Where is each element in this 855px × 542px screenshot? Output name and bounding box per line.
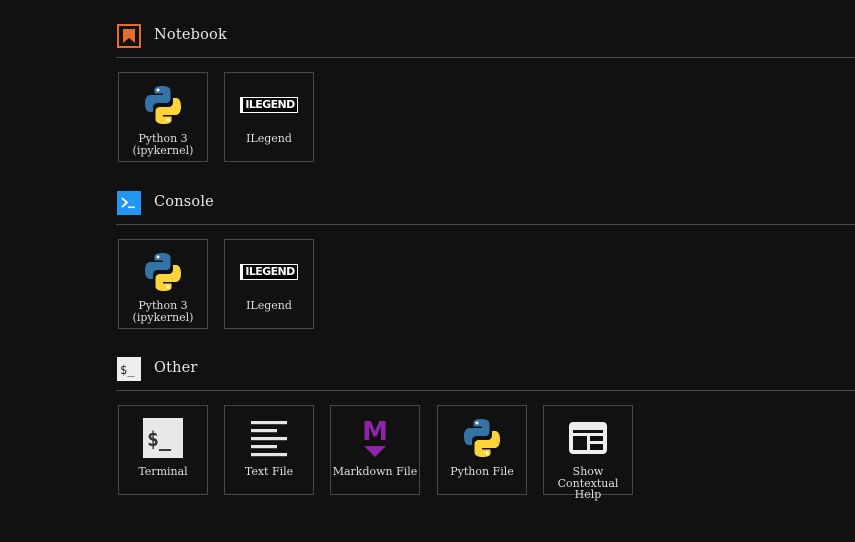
python-logo-icon (460, 416, 504, 460)
markdown-icon: M (353, 416, 397, 460)
notebook-section-title: Notebook (154, 27, 227, 43)
card-label: Show Contextual Help (557, 465, 619, 501)
python-file-card[interactable]: Python File (437, 405, 527, 495)
notebook-bookmark-icon (117, 24, 141, 48)
card-label: Terminal (138, 465, 188, 478)
notebook-ilegend-card[interactable]: ILEGEND ILegend (224, 72, 314, 162)
card-label: Python 3 (ipykernel) (132, 299, 194, 324)
notebook-python3-card[interactable]: Python 3 (ipykernel) (118, 72, 208, 162)
other-section-title: Other (154, 360, 198, 376)
ilegend-logo-text: ILEGEND (240, 97, 298, 113)
section-divider (116, 224, 855, 225)
card-label: Text File (244, 465, 294, 478)
notebook-section-header: Notebook (116, 24, 855, 60)
section-divider (116, 390, 855, 391)
text-file-icon (247, 416, 291, 460)
python-logo-icon (141, 83, 185, 127)
terminal-dollar-icon: $_ (117, 357, 141, 381)
section-divider (116, 57, 855, 58)
markdown-file-card[interactable]: M Markdown File (330, 405, 420, 495)
contextual-help-card[interactable]: Show Contextual Help (543, 405, 633, 500)
card-label: ILegend (246, 299, 292, 312)
console-section: Console (116, 191, 855, 227)
console-section-title: Console (154, 194, 214, 210)
ilegend-logo-icon: ILEGEND (240, 250, 298, 294)
python-logo-icon (141, 250, 185, 294)
card-label: ILegend (246, 132, 292, 145)
card-label: Markdown File (332, 465, 418, 478)
text-file-card[interactable]: Text File (224, 405, 314, 495)
card-label: Python 3 (ipykernel) (132, 132, 194, 157)
svg-text:M: M (362, 417, 388, 447)
console-prompt-icon (117, 191, 141, 215)
contextual-help-icon (566, 416, 610, 460)
terminal-icon: $_ (141, 416, 185, 460)
ilegend-logo-icon: ILEGEND (240, 83, 298, 127)
notebook-section: Notebook (116, 24, 855, 60)
ilegend-logo-text: ILEGEND (240, 264, 298, 280)
card-label: Python File (450, 465, 514, 478)
console-section-header: Console (116, 191, 855, 227)
console-ilegend-card[interactable]: ILEGEND ILegend (224, 239, 314, 329)
console-python3-card[interactable]: Python 3 (ipykernel) (118, 239, 208, 329)
terminal-card[interactable]: $_ Terminal (118, 405, 208, 495)
other-section: $_ Other (116, 357, 855, 393)
other-section-header: $_ Other (116, 357, 855, 393)
svg-text:$_: $_ (120, 363, 135, 377)
svg-text:$_: $_ (147, 427, 172, 451)
